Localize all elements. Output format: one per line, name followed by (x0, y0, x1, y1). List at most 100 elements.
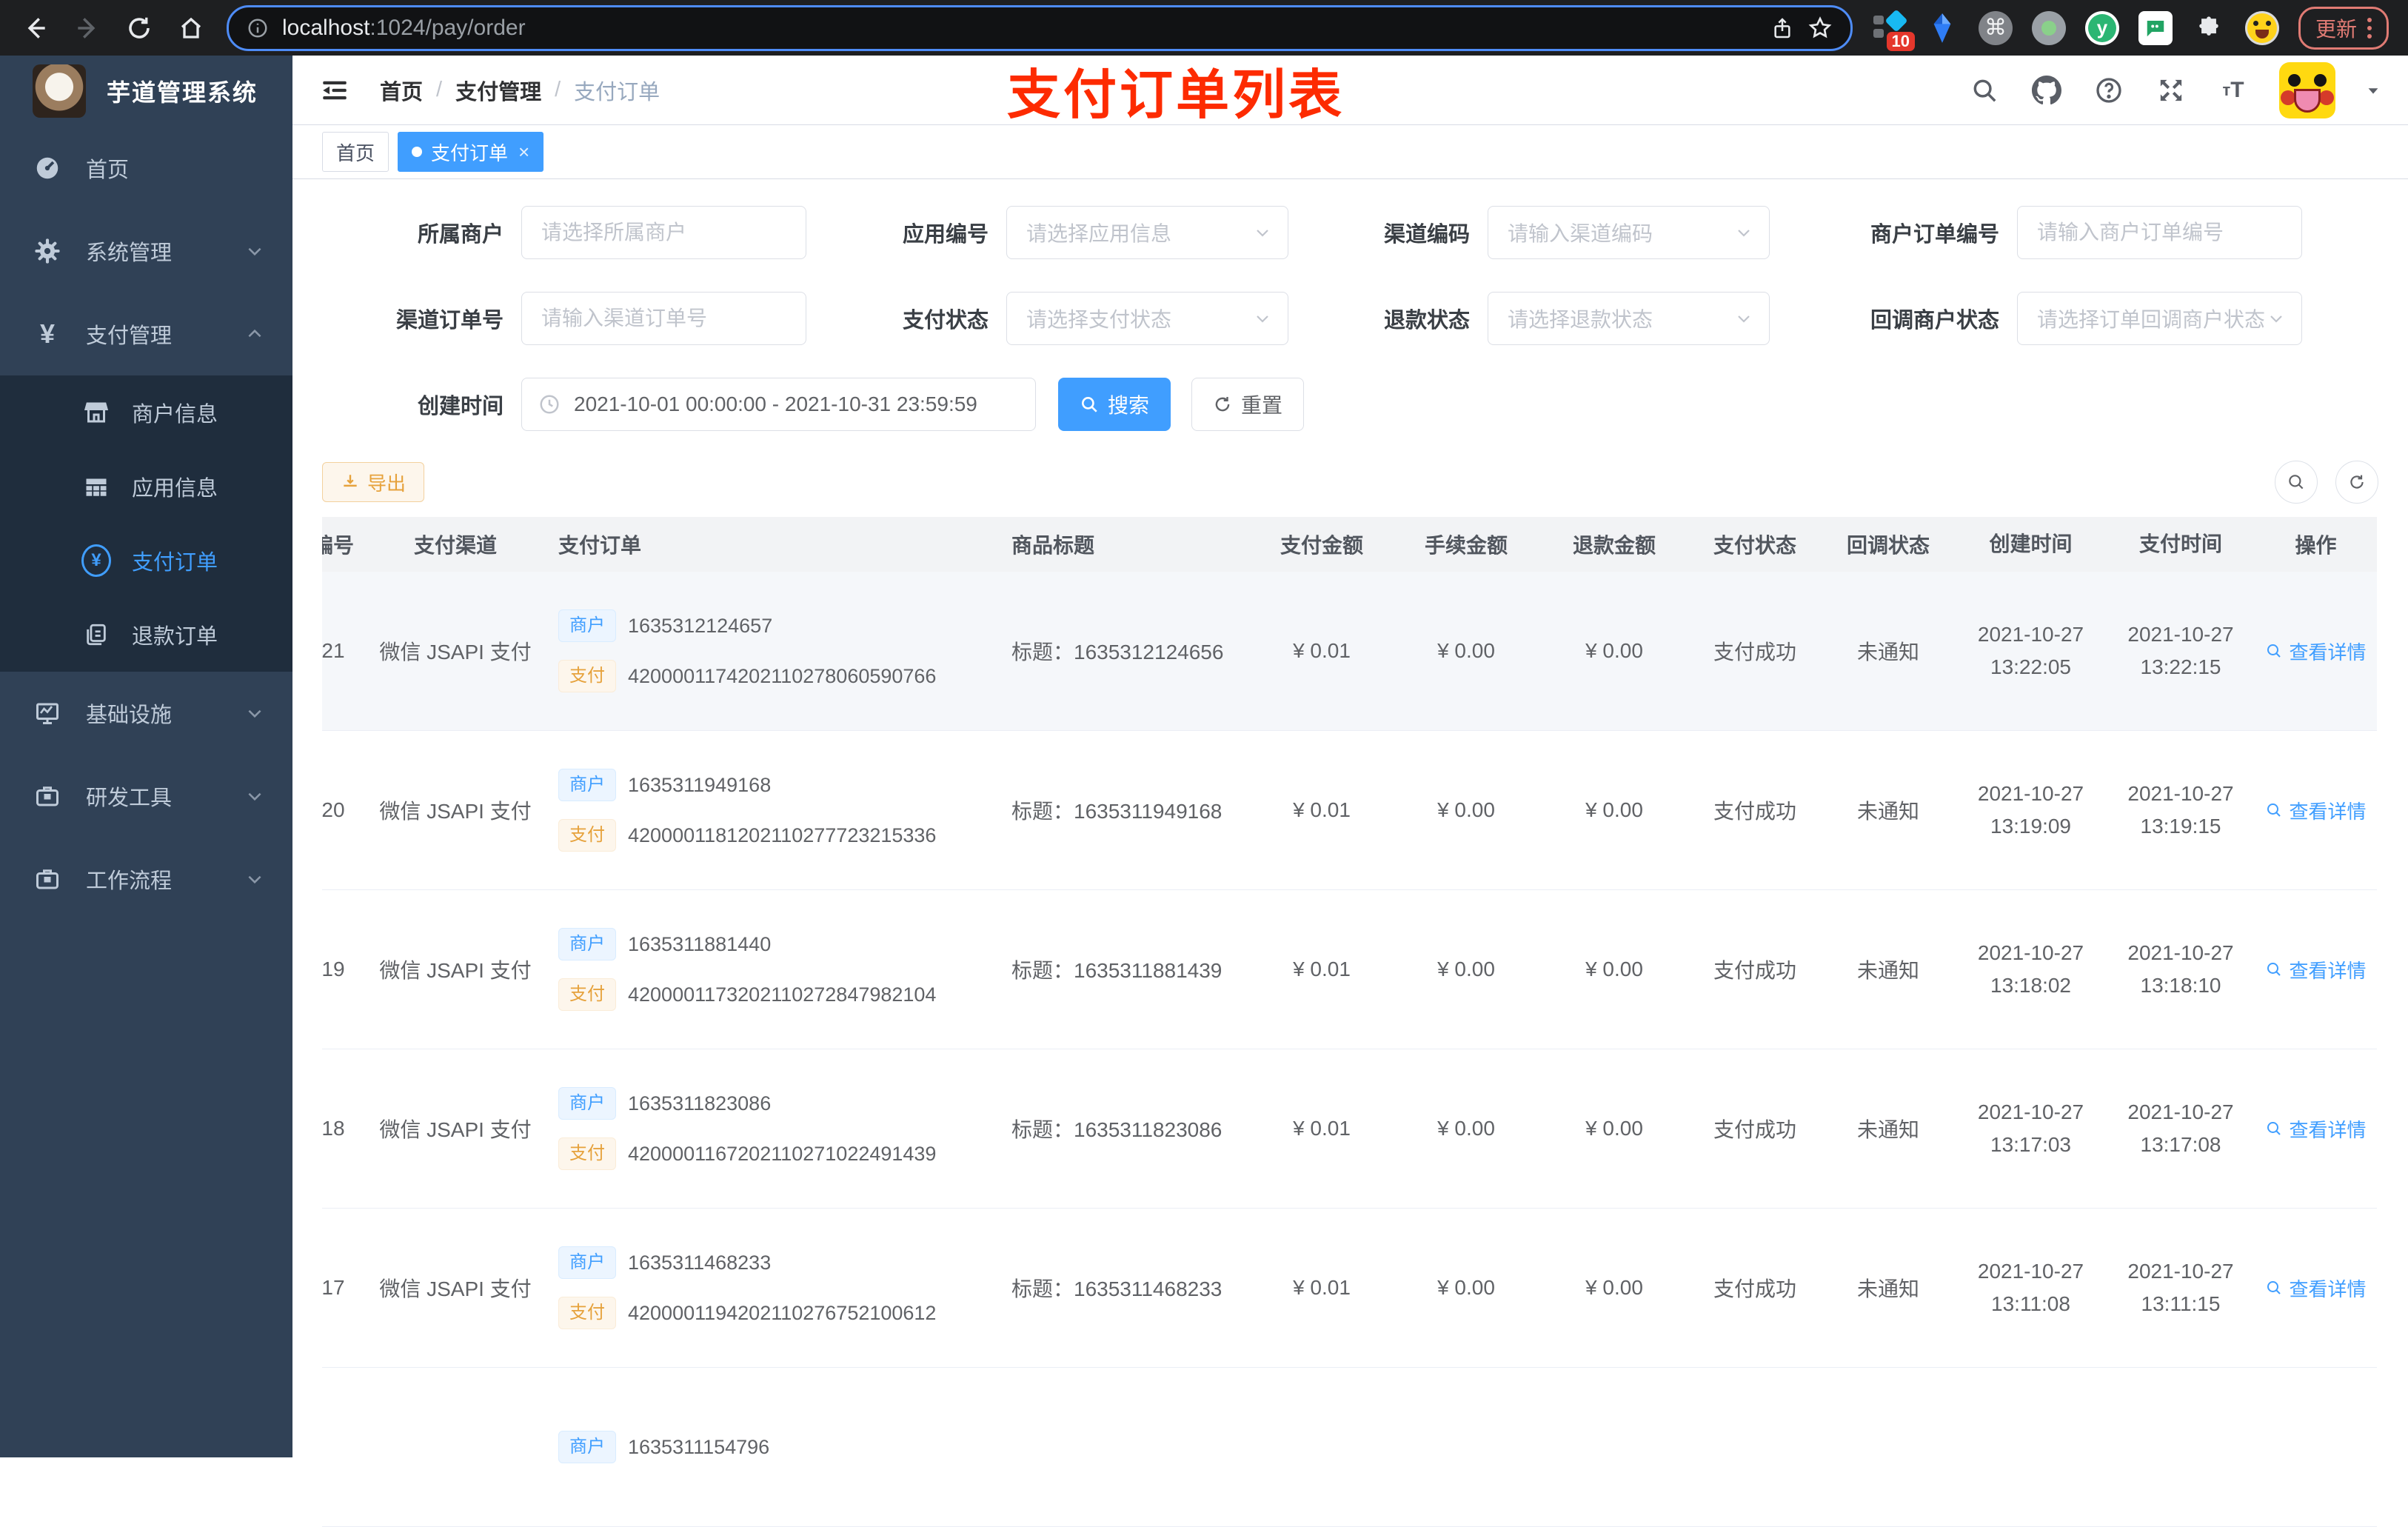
magnifier-icon (2267, 1122, 2281, 1135)
chevron-down-icon (2270, 315, 2282, 323)
font-size-icon[interactable]: тT (2217, 74, 2250, 107)
view-detail-link[interactable]: 查看详情 (2265, 1274, 2367, 1302)
table-row: 21 微信 JSAPI 支付 商户 1635312124657 支付 4200001… (322, 572, 2377, 731)
tag-view-bar: 首页 支付订单 × (292, 125, 2408, 179)
github-icon[interactable] (2030, 74, 2063, 107)
tab-home[interactable]: 首页 (322, 132, 389, 172)
yen-icon: ¥ (39, 318, 56, 349)
export-button[interactable]: 导出 (322, 462, 425, 502)
sidebar-item-workflow[interactable]: 工作流程 (0, 838, 292, 920)
bookmark-star-icon[interactable] (1807, 16, 1833, 41)
browser-chrome: localhost:1024/pay/order 10 ⌘ y 更新 (0, 0, 2408, 56)
refresh-icon (2350, 475, 2364, 489)
merchant-order-no-input[interactable] (2017, 206, 2302, 259)
sidebar-item-pay-order[interactable]: ¥ 支付订单 (0, 524, 292, 598)
extension-chat-icon[interactable] (2138, 10, 2173, 45)
extension-command-icon[interactable]: ⌘ (1978, 10, 2013, 45)
view-detail-link[interactable]: 查看详情 (2265, 956, 2367, 983)
url-bar[interactable]: localhost:1024/pay/order (227, 4, 1853, 51)
extension-dot-icon[interactable] (2031, 10, 2066, 45)
chevron-down-icon (1257, 315, 1268, 323)
toggle-search-button[interactable] (2275, 461, 2318, 504)
home-icon[interactable] (175, 12, 207, 44)
search-icon (1082, 397, 1097, 412)
site-info-icon[interactable] (247, 17, 269, 39)
extension-pin-icon[interactable]: 10 (1872, 8, 1915, 51)
content: 所属商户 应用编号 请选择应用信息 渠道编码 请输入渠道编码 (292, 179, 2408, 1527)
sidebar-item-system[interactable]: 系统管理 (0, 210, 292, 293)
search-button[interactable]: 搜索 (1058, 378, 1171, 431)
sidebar-item-devtools[interactable]: 研发工具 (0, 755, 292, 838)
merchant-tag: 商户 (558, 1431, 616, 1463)
caret-down-icon[interactable] (2365, 82, 2381, 98)
pay-tag: 支付 (558, 660, 616, 692)
breadcrumb-home[interactable]: 首页 (380, 75, 423, 106)
briefcase-icon (33, 781, 62, 811)
pay-tag: 支付 (558, 1137, 616, 1170)
navbar-actions: тT (1968, 61, 2381, 118)
grid-icon (81, 472, 111, 501)
url-text: localhost:1024/pay/order (282, 15, 526, 40)
reload-icon[interactable] (123, 12, 155, 44)
monitor-icon (33, 698, 62, 728)
chevron-down-icon (248, 792, 261, 801)
back-icon[interactable] (19, 12, 52, 44)
chevron-down-icon (248, 247, 261, 256)
documents-icon (81, 620, 111, 649)
channel-code-select[interactable]: 请输入渠道编码 (1488, 206, 1770, 259)
chevron-down-icon (1738, 230, 1750, 237)
view-detail-link[interactable]: 查看详情 (2265, 1115, 2367, 1143)
navbar: 首页 / 支付管理 / 支付订单 支付订单列表 т T (292, 56, 2408, 125)
merchant-tag: 商户 (558, 1246, 616, 1279)
profile-emoji-icon[interactable] (2244, 10, 2279, 45)
pay-order-table: 编号 支付渠道 支付订单 商品标题 支付金额 手续金额 退款金额 支付状态 回调… (322, 517, 2378, 1527)
tab-pay-order[interactable]: 支付订单 × (398, 132, 544, 172)
chevron-down-icon (1257, 230, 1268, 237)
magnifier-icon (2267, 1281, 2281, 1294)
browser-update-button[interactable]: 更新 (2298, 6, 2389, 50)
close-tab-icon[interactable]: × (518, 141, 529, 164)
sidebar-item-pay[interactable]: ¥ 支付管理 (0, 293, 292, 375)
browser-menu-icon[interactable] (2367, 17, 2372, 39)
sidebar: 芋道管理系统 首页 系统管理 ¥ 支付管理 商户信息 应用信息 ¥ 支付订单 退… (0, 56, 292, 1457)
extensions-puzzle-icon[interactable] (2192, 11, 2226, 45)
view-detail-link[interactable]: 查看详情 (2265, 638, 2367, 665)
sidebar-item-home[interactable]: 首页 (0, 127, 292, 210)
extension-gem-icon[interactable] (1925, 11, 1959, 45)
dashboard-icon (33, 153, 62, 183)
sidebar-item-infra[interactable]: 基础设施 (0, 672, 292, 755)
app-title: 芋道管理系统 (107, 79, 258, 106)
merchant-select[interactable] (521, 206, 806, 259)
breadcrumb-pay[interactable]: 支付管理 (455, 75, 541, 106)
refund-status-select[interactable]: 请选择退款状态 (1488, 292, 1770, 345)
reset-button[interactable]: 重置 (1191, 378, 1305, 431)
pay-status-select[interactable]: 请选择支付状态 (1006, 292, 1288, 345)
user-avatar[interactable] (2279, 61, 2335, 118)
sidebar-item-merchant-info[interactable]: 商户信息 (0, 375, 292, 450)
create-time-range-picker[interactable]: 2021-10-01 00:00:00 - 2021-10-31 23:59:5… (521, 378, 1036, 431)
collapse-sidebar-icon[interactable] (319, 75, 350, 106)
notify-status-select[interactable]: 请选择订单回调商户状态 (2017, 292, 2302, 345)
view-detail-link[interactable]: 查看详情 (2265, 797, 2367, 824)
download-icon (344, 475, 357, 487)
channel-order-no-input[interactable] (521, 292, 806, 345)
search-icon[interactable] (1968, 74, 2001, 107)
extension-y-icon[interactable]: y (2084, 10, 2119, 45)
sidebar-item-refund-order[interactable]: 退款订单 (0, 598, 292, 672)
shop-icon (81, 398, 111, 427)
table-row: 18 微信 JSAPI 支付 商户 1635311823086 支付 4200001… (322, 1049, 2377, 1209)
breadcrumb: 首页 / 支付管理 / 支付订单 (380, 75, 660, 106)
help-icon[interactable] (2093, 74, 2125, 107)
page: localhost:1024/pay/order 10 ⌘ y 更新 芋道管理系… (0, 0, 2408, 1527)
share-icon[interactable] (1770, 16, 1794, 40)
refresh-table-button[interactable] (2335, 461, 2378, 504)
pay-tag: 支付 (558, 978, 616, 1011)
fullscreen-icon[interactable] (2155, 74, 2187, 107)
yen-circle-icon: ¥ (81, 544, 111, 577)
table-row: 商户 1635311154796 (322, 1368, 2377, 1527)
sidebar-logo[interactable]: 芋道管理系统 (0, 56, 292, 127)
forward-icon[interactable] (71, 12, 104, 44)
sidebar-item-app-info[interactable]: 应用信息 (0, 450, 292, 524)
app-select[interactable]: 请选择应用信息 (1006, 206, 1288, 259)
merchant-tag: 商户 (558, 928, 616, 960)
